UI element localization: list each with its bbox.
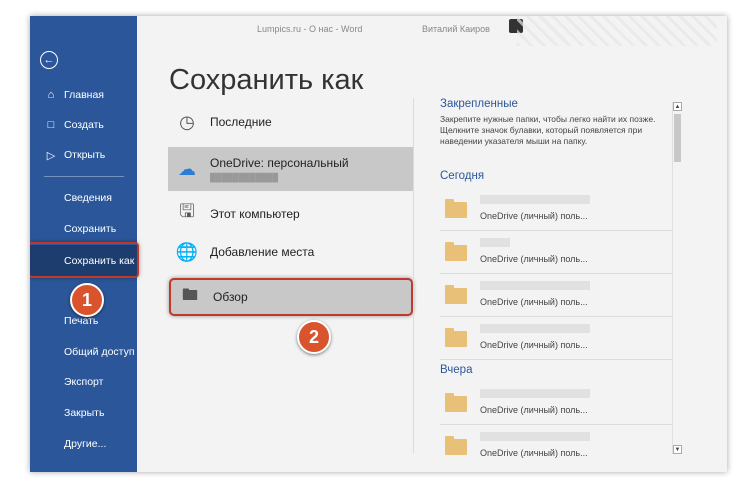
folder-name-blurred — [480, 432, 590, 441]
scroll-thumb[interactable] — [674, 114, 681, 162]
step-badge-2: 2 — [297, 320, 331, 354]
panel-divider — [413, 98, 414, 453]
scroll-down-icon[interactable]: ▼ — [673, 445, 682, 454]
folder-icon — [445, 393, 467, 412]
recent-folders-panel: Закрепленные Закрепите нужные папки, что… — [440, 98, 672, 458]
location-onedrive-label: OneDrive: персональный — [210, 156, 349, 170]
folder-open-icon: ▷ — [46, 149, 56, 162]
nav-open-label: Открыть — [64, 149, 106, 161]
location-this-pc-label: Этот компьютер — [210, 207, 300, 221]
folder-location: OneDrive (личный) поль... — [480, 211, 588, 221]
nav-new[interactable]: □ Создать — [30, 114, 137, 136]
folder-icon — [445, 328, 467, 347]
folder-name-blurred — [480, 324, 590, 333]
clock-icon: ◷ — [179, 111, 195, 132]
pinned-heading: Закрепленные — [440, 98, 518, 110]
nav-home[interactable]: ⌂ Главная — [30, 84, 137, 106]
location-browse-label: Обзор — [213, 290, 248, 304]
folder-location: OneDrive (личный) поль... — [480, 340, 588, 350]
folder-location: OneDrive (личный) поль... — [480, 448, 588, 458]
folder-name-blurred — [480, 389, 590, 398]
folder-location: OneDrive (личный) поль... — [480, 405, 588, 415]
nav-export[interactable]: Экспорт — [30, 371, 137, 393]
document-title: Lumpics.ru - О нас - Word — [257, 24, 363, 34]
page-title: Сохранить как — [169, 64, 364, 96]
folder-row[interactable]: OneDrive (личный) поль... — [440, 231, 672, 274]
title-bar: Lumpics.ru - О нас - Word Виталий Каиров — [137, 16, 727, 46]
vertical-scrollbar[interactable]: ▲ ▼ — [672, 102, 683, 454]
folder-icon — [445, 242, 467, 261]
location-recent-label: Последние — [210, 115, 272, 129]
nav-info[interactable]: Сведения — [30, 187, 137, 209]
pinned-description: Закрепите нужные папки, чтобы легко найт… — [440, 114, 656, 146]
folder-name-blurred — [480, 195, 590, 204]
user-name[interactable]: Виталий Каиров — [422, 24, 490, 34]
folder-icon — [445, 436, 467, 455]
home-icon: ⌂ — [47, 89, 55, 101]
add-place-icon: 🌐 — [175, 241, 199, 262]
nav-share[interactable]: Общий доступ — [30, 341, 137, 363]
background-doodle — [517, 16, 717, 46]
folder-row[interactable]: OneDrive (личный) поль... — [440, 382, 672, 425]
folder-icon: 🖿 — [181, 286, 198, 304]
folder-location: OneDrive (личный) поль... — [480, 254, 588, 264]
folder-icon — [445, 199, 467, 218]
location-add-place-label: Добавление места — [210, 245, 315, 259]
folder-row[interactable]: OneDrive (личный) поль... — [440, 317, 672, 360]
group-yesterday: Вчера — [440, 364, 473, 376]
folder-row[interactable]: OneDrive (личный) поль... — [440, 274, 672, 317]
folder-name-blurred — [480, 238, 510, 247]
location-add-place[interactable]: 🌐 Добавление места — [168, 230, 413, 274]
nav-open[interactable]: ▷ Открыть — [30, 144, 137, 166]
cloud-icon: ☁ — [178, 158, 196, 179]
folder-location: OneDrive (личный) поль... — [480, 297, 588, 307]
step-badge-1: 1 — [70, 283, 104, 317]
nav-home-label: Главная — [64, 89, 104, 101]
nav-new-label: Создать — [64, 119, 104, 131]
highlight-frame-1 — [30, 242, 139, 278]
folder-row[interactable]: OneDrive (личный) поль... — [440, 425, 672, 467]
computer-icon: 🖫 — [179, 201, 195, 221]
scroll-up-icon[interactable]: ▲ — [673, 102, 682, 111]
folder-icon — [445, 285, 467, 304]
nav-save[interactable]: Сохранить — [30, 218, 137, 240]
nav-close[interactable]: Закрыть — [30, 402, 137, 424]
nav-more[interactable]: Другие... — [30, 433, 137, 455]
back-arrow-icon[interactable]: ← — [40, 51, 58, 69]
onedrive-account-blurred: ████████████ — [210, 173, 279, 182]
location-onedrive[interactable]: ☁ OneDrive: персональный ████████████ — [168, 147, 413, 191]
new-doc-icon: □ — [47, 119, 55, 131]
nav-divider — [44, 176, 124, 177]
location-recent[interactable]: ◷ Последние — [168, 100, 413, 144]
location-browse[interactable]: 🖿 Обзор — [169, 278, 413, 316]
group-today: Сегодня — [440, 170, 485, 182]
folder-row[interactable]: OneDrive (личный) поль... — [440, 188, 672, 231]
word-window: Lumpics.ru - О нас - Word Виталий Каиров… — [30, 16, 727, 472]
folder-name-blurred — [480, 281, 590, 290]
